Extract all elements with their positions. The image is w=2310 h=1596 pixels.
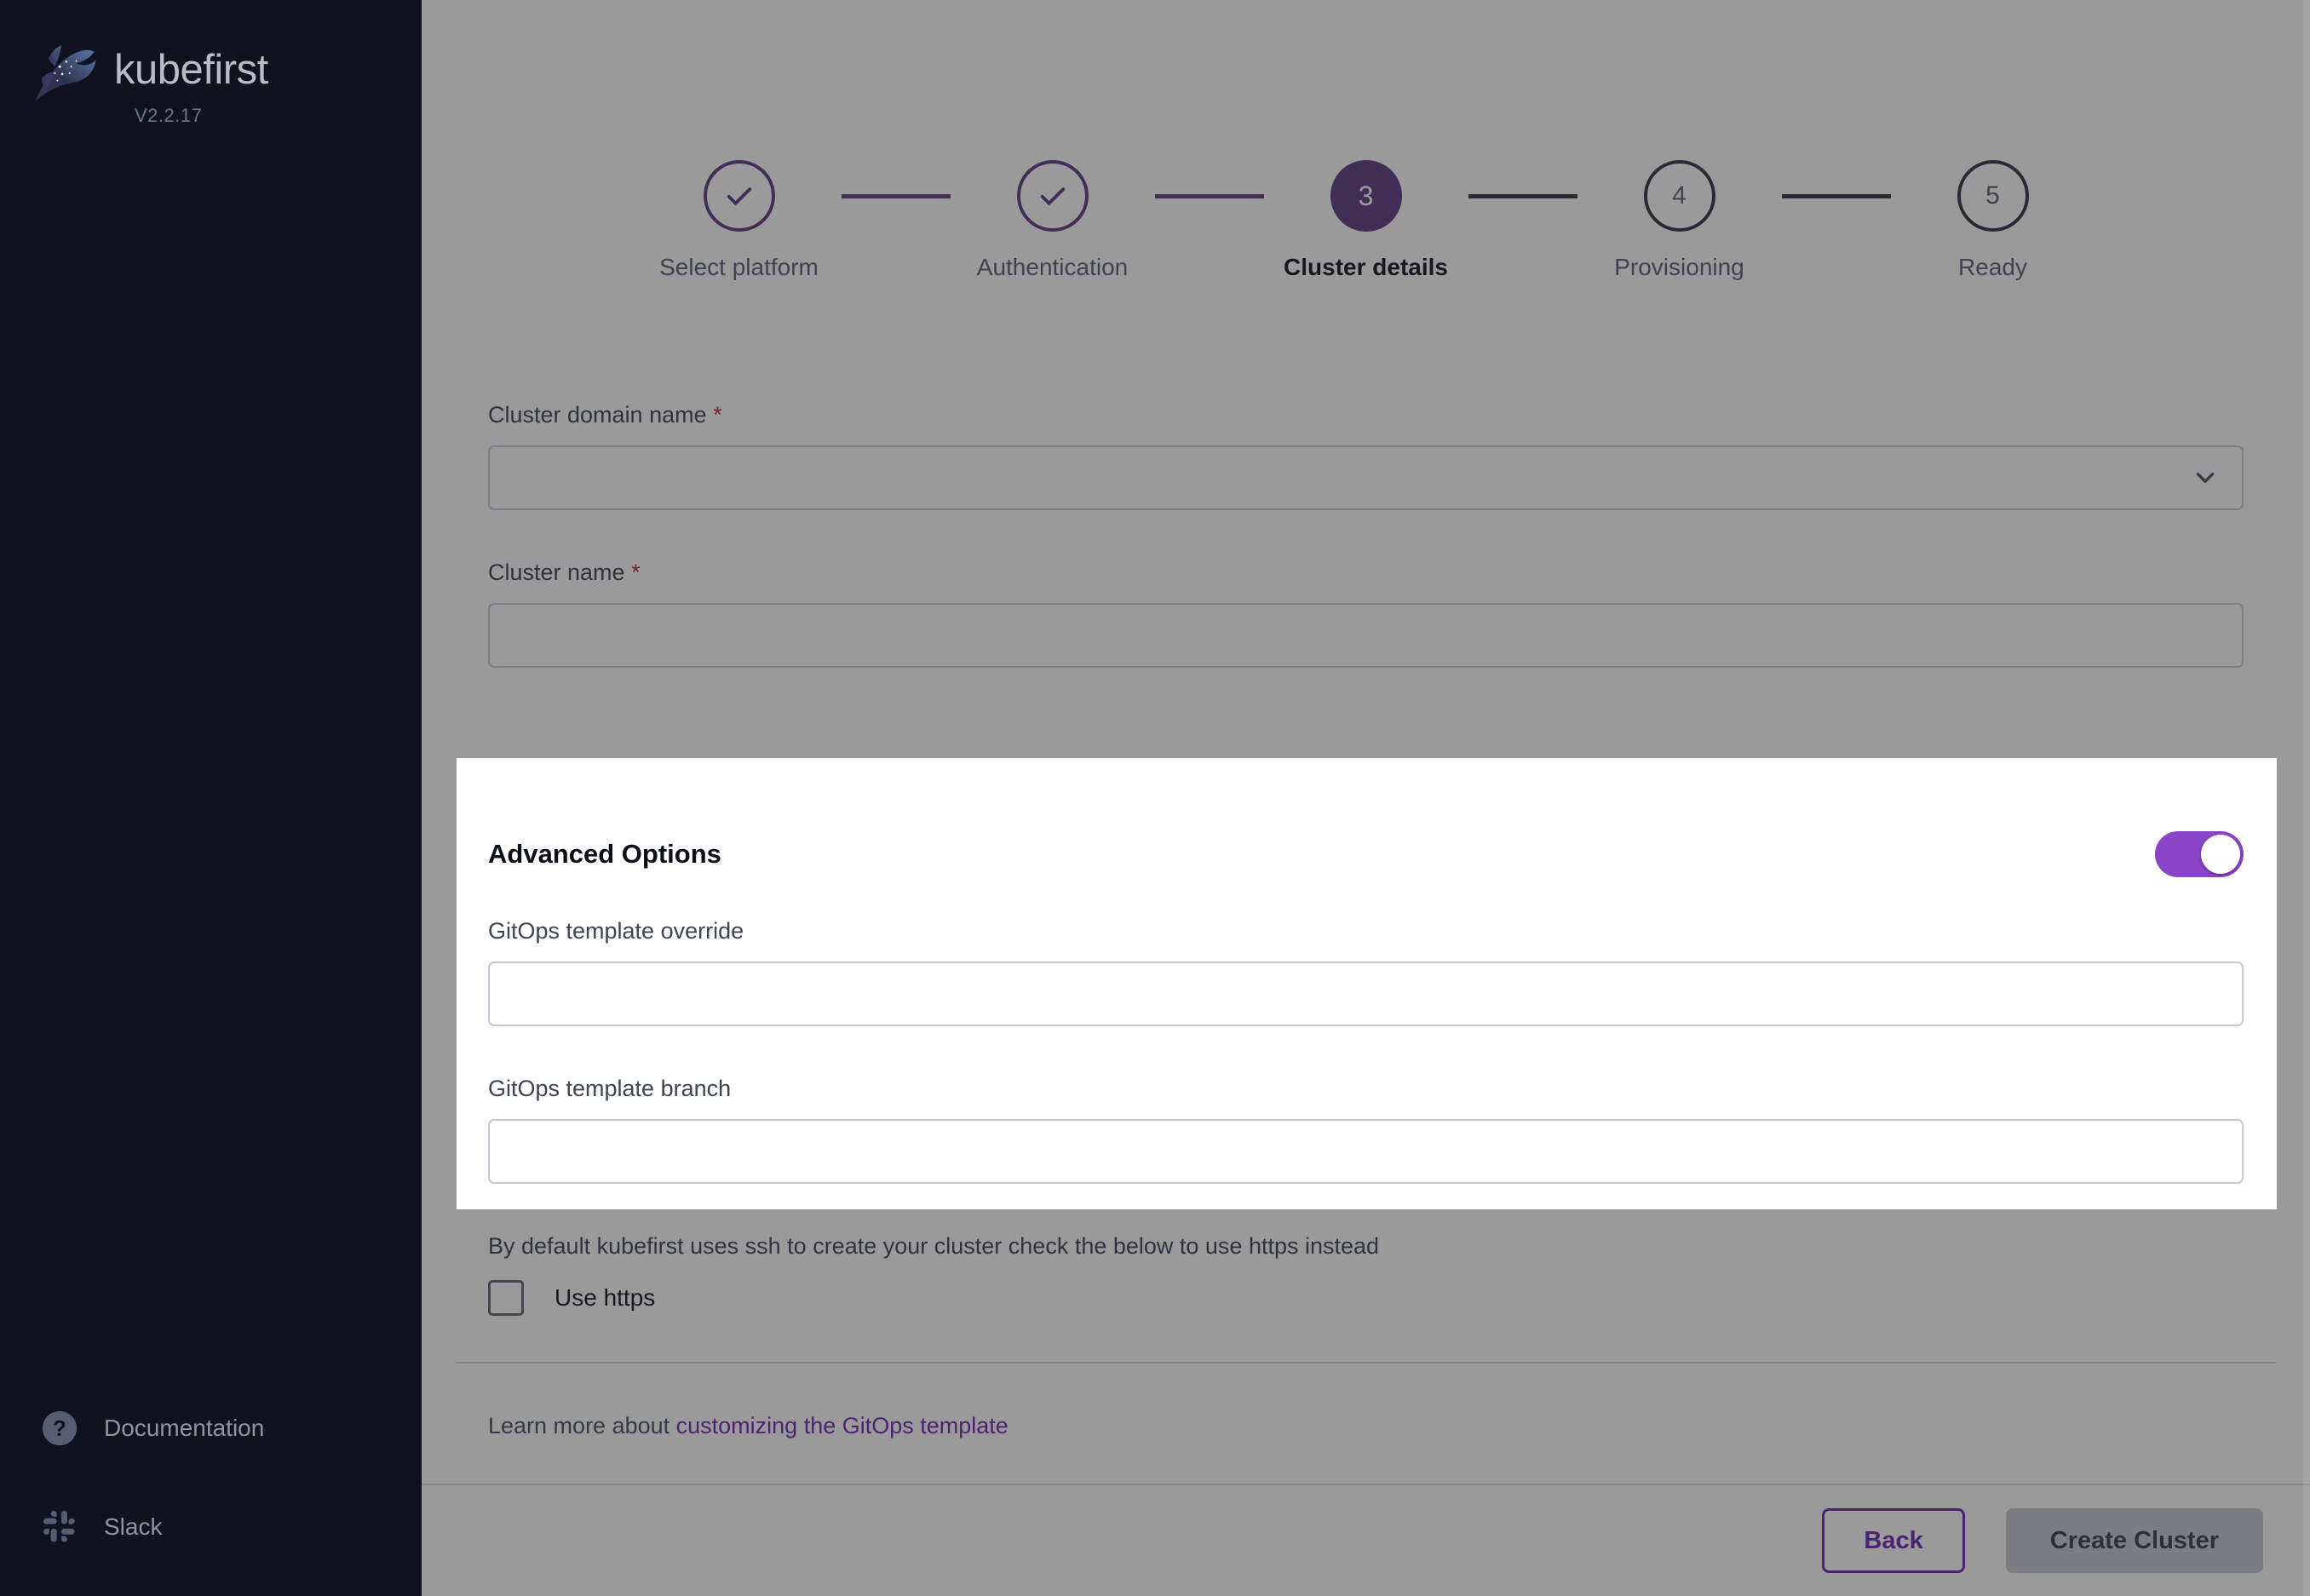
top-bar <box>422 0 2310 111</box>
step-label: Authentication <box>976 254 1129 280</box>
stepper-step-select-platform[interactable]: Select platform <box>637 160 842 281</box>
use-https-checkbox-row[interactable]: Use https <box>488 1280 2244 1316</box>
sidebar: kubefirst V2.2.17 ? Documentation Slack <box>0 0 422 1596</box>
step-circle <box>1016 160 1089 232</box>
kubefirst-ray-logo-icon <box>24 31 106 112</box>
stepper-step-authentication[interactable]: Authentication <box>951 160 1155 281</box>
step-label: Provisioning <box>1614 254 1744 280</box>
step-connector-4 <box>1781 160 1891 198</box>
cluster-details-card: Cluster domain name * Cluster name * <box>456 341 2276 715</box>
app-root: kubefirst V2.2.17 ? Documentation Slack … <box>0 0 2310 1596</box>
advanced-options-toggle[interactable] <box>2155 831 2244 877</box>
learn-more-prefix: Learn more about <box>488 1413 676 1438</box>
main-panel: Select platform Authentication 3 Cluster… <box>422 0 2310 1596</box>
stepper-step-provisioning[interactable]: 4 Provisioning <box>1577 160 1782 281</box>
wizard-stepper: Select platform Authentication 3 Cluster… <box>422 111 2310 281</box>
advanced-options-card: Advanced Options GitOps template overrid… <box>456 782 2276 1504</box>
step-circle <box>703 160 775 232</box>
use-https-label: Use https <box>555 1284 656 1311</box>
step-connector-1 <box>841 160 951 198</box>
brand-version: V2.2.17 <box>135 105 203 126</box>
step-label: Cluster details <box>1284 254 1448 280</box>
step-number: 5 <box>1985 181 2000 210</box>
brand-name: kubefirst <box>114 47 268 93</box>
slack-icon <box>37 1509 82 1545</box>
step-circle: 3 <box>1330 160 1402 232</box>
gitops-template-branch-input[interactable] <box>488 1119 2244 1184</box>
cluster-name-input[interactable] <box>488 603 2244 668</box>
required-marker: * <box>713 402 722 428</box>
cluster-domain-label: Cluster domain name * <box>488 402 722 428</box>
step-connector-2 <box>1154 160 1264 198</box>
cluster-name-field: Cluster name * <box>488 560 2244 668</box>
stepper-step-ready[interactable]: 5 Ready <box>1891 160 2095 281</box>
help-circle-icon: ? <box>37 1409 82 1447</box>
cluster-domain-select[interactable] <box>488 445 2244 510</box>
brand-logo[interactable]: kubefirst V2.2.17 <box>0 0 422 127</box>
vertical-scrollbar[interactable] <box>2303 0 2310 1596</box>
sidebar-item-documentation[interactable]: ? Documentation <box>0 1404 422 1453</box>
wizard-footer: Back Create Cluster <box>422 1485 2310 1596</box>
advanced-options-section: Advanced Options GitOps template overrid… <box>488 782 2244 1184</box>
gitops-template-override-label: GitOps template override <box>488 918 744 944</box>
gitops-template-branch-label: GitOps template branch <box>488 1076 732 1101</box>
gitops-template-override-field: GitOps template override <box>488 918 2244 1026</box>
check-icon <box>1040 187 1065 205</box>
back-button[interactable]: Back <box>1822 1508 1965 1573</box>
step-label: Select platform <box>659 254 819 280</box>
step-circle: 4 <box>1643 160 1715 232</box>
step-circle: 5 <box>1957 160 2029 232</box>
wizard-content: Select platform Authentication 3 Cluster… <box>422 111 2310 1596</box>
sidebar-item-label: Slack <box>104 1513 163 1540</box>
sidebar-item-slack[interactable]: Slack <box>0 1502 422 1552</box>
step-label: Ready <box>1958 254 2027 280</box>
sidebar-footer-links: ? Documentation Slack <box>0 1404 422 1552</box>
sidebar-item-label: Documentation <box>104 1415 265 1441</box>
required-marker: * <box>631 560 641 585</box>
step-number: 4 <box>1672 181 1687 210</box>
svg-text:?: ? <box>53 1417 66 1441</box>
https-helper-text: By default kubefirst uses ssh to create … <box>488 1233 1380 1259</box>
gitops-template-branch-field: GitOps template branch <box>488 1076 2244 1184</box>
check-icon <box>727 187 751 205</box>
toggle-knob <box>2201 835 2240 874</box>
step-number: 3 <box>1358 180 1374 211</box>
gitops-template-override-input[interactable] <box>488 962 2244 1026</box>
stepper-step-cluster-details[interactable]: 3 Cluster details <box>1264 160 1468 281</box>
advanced-options-title: Advanced Options <box>488 839 721 869</box>
step-connector-3 <box>1468 160 1577 198</box>
chevron-down-icon <box>2196 473 2215 483</box>
cluster-name-label: Cluster name * <box>488 560 641 585</box>
advanced-options-header: Advanced Options <box>488 831 2244 918</box>
use-https-checkbox[interactable] <box>488 1280 524 1316</box>
gitops-template-link[interactable]: customizing the GitOps template <box>676 1413 1008 1438</box>
cluster-domain-field: Cluster domain name * <box>488 402 2244 510</box>
create-cluster-button[interactable]: Create Cluster <box>2005 1508 2263 1573</box>
